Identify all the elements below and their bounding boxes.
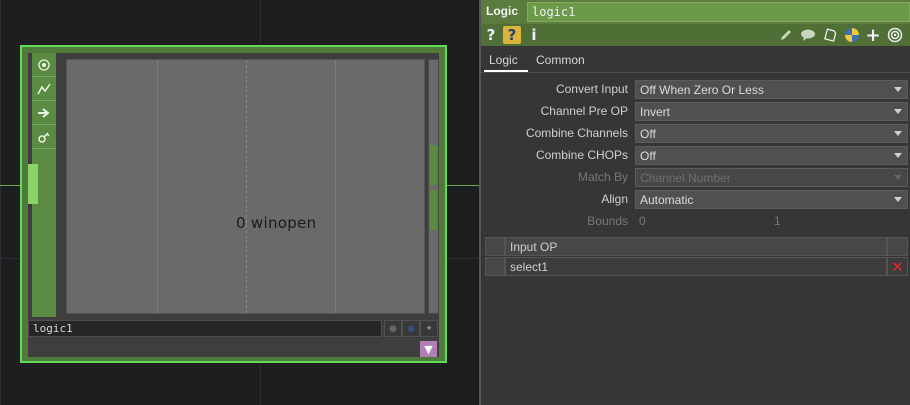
output-wire — [447, 185, 479, 186]
operator-name-field[interactable]: logic1 — [527, 2, 910, 22]
download-icon[interactable]: ▼ — [420, 341, 437, 357]
dropdown-value: Channel Number — [640, 171, 731, 185]
info-icon[interactable]: i — [529, 26, 539, 44]
input-wire — [0, 185, 22, 186]
node-scrollbar[interactable] — [428, 59, 439, 314]
chevron-down-icon — [894, 175, 902, 180]
sequence-header-blank — [887, 237, 908, 256]
param-label: Convert Input — [555, 82, 628, 96]
align-dropdown[interactable]: Automatic — [635, 190, 908, 209]
param-label: Align — [601, 192, 628, 206]
tab-divider — [481, 72, 910, 73]
arrow-right-icon[interactable] — [32, 101, 56, 125]
operator-type: Logic — [486, 4, 518, 18]
parameter-panel: Logic logic1 ? ? i + Logic Common Conver… — [479, 0, 910, 405]
sequence-header: Input OP — [505, 237, 887, 256]
target-icon[interactable] — [886, 26, 904, 44]
param-label: Combine Channels — [525, 126, 628, 140]
param-tabs: Logic Common — [481, 50, 910, 72]
param-row-combine-channels: Combine Channels Off — [481, 124, 910, 143]
input-op-sequence: Input OP select1 ✕ — [485, 237, 908, 276]
chevron-down-icon — [894, 153, 902, 158]
chevron-down-icon — [894, 87, 902, 92]
input-op-field[interactable]: select1 — [505, 257, 887, 276]
dropdown-value: Off — [640, 149, 656, 163]
param-row-align: Align Automatic — [481, 190, 910, 209]
bounds-min-value: 0 — [639, 214, 646, 228]
dropdown-value: Automatic — [640, 193, 694, 207]
node-name-bar[interactable]: logic1 — [28, 320, 382, 337]
dropdown-value: Invert — [640, 105, 671, 119]
view-gridline — [157, 60, 158, 313]
tab-common[interactable]: Common — [536, 53, 585, 67]
param-label: Match By — [577, 170, 628, 184]
combine-channels-dropdown[interactable]: Off — [635, 124, 908, 143]
scroll-thumb[interactable] — [430, 190, 437, 230]
help-icon[interactable]: ? — [485, 26, 497, 44]
sequence-header-handle — [485, 237, 505, 256]
node-viewer[interactable]: 0 winopen — [66, 59, 425, 314]
network-editor[interactable]: 0 winopen logic1 ● ● ✦ ▼ — [0, 0, 479, 405]
scroll-thumb[interactable] — [430, 145, 437, 185]
view-gridline — [335, 60, 336, 313]
dropdown-value: Off When Zero Or Less — [640, 83, 764, 97]
render-flag-icon[interactable]: ✦ — [420, 320, 438, 337]
display-flag-icon[interactable]: ● — [402, 320, 420, 337]
node-name: logic1 — [33, 322, 73, 335]
combine-chops-dropdown[interactable]: Off — [635, 146, 908, 165]
bounds-max-value: 1 — [774, 214, 781, 228]
chevron-down-icon — [894, 131, 902, 136]
channel-pre-op-dropdown[interactable]: Invert — [635, 102, 908, 121]
chevron-down-icon — [894, 197, 902, 202]
param-row-combine-chops: Combine CHOPs Off — [481, 146, 910, 165]
tab-logic[interactable]: Logic — [489, 53, 518, 67]
param-row-bounds: Bounds 0 1 — [481, 212, 910, 231]
param-label: Channel Pre OP — [540, 104, 628, 118]
notes-icon[interactable] — [821, 26, 839, 44]
graph-icon[interactable] — [32, 77, 56, 101]
param-row-convert-input: Convert Input Off When Zero Or Less — [481, 80, 910, 99]
dropdown-value: Off — [640, 127, 656, 141]
param-label: Combine CHOPs — [535, 148, 628, 162]
param-label: Bounds — [587, 214, 628, 228]
param-row-match-by: Match By Channel Number — [481, 168, 910, 187]
python-icon[interactable] — [843, 26, 861, 44]
comment-icon[interactable] — [799, 26, 817, 44]
param-header: Logic logic1 — [481, 0, 910, 24]
key-icon[interactable] — [32, 125, 56, 149]
input-connector[interactable] — [28, 164, 38, 204]
chevron-down-icon — [894, 109, 902, 114]
viewer-icon[interactable] — [32, 53, 56, 77]
convert-input-dropdown[interactable]: Off When Zero Or Less — [635, 80, 908, 99]
delete-row-icon[interactable]: ✕ — [887, 257, 908, 276]
param-toolbar: ? ? i + — [481, 24, 910, 46]
python-help-icon[interactable]: ? — [503, 26, 521, 44]
cook-flag-icon[interactable]: ● — [384, 320, 402, 337]
grid-line — [0, 0, 1, 405]
view-center-line — [246, 60, 247, 313]
channel-label: 0 winopen — [236, 214, 317, 232]
match-by-dropdown: Channel Number — [635, 168, 908, 187]
add-icon[interactable]: + — [865, 25, 881, 46]
edit-icon[interactable] — [777, 26, 795, 44]
logic-node[interactable]: 0 winopen logic1 ● ● ✦ ▼ — [20, 45, 447, 363]
sequence-row-handle[interactable] — [485, 257, 505, 276]
param-row-channel-pre-op: Channel Pre OP Invert — [481, 102, 910, 121]
